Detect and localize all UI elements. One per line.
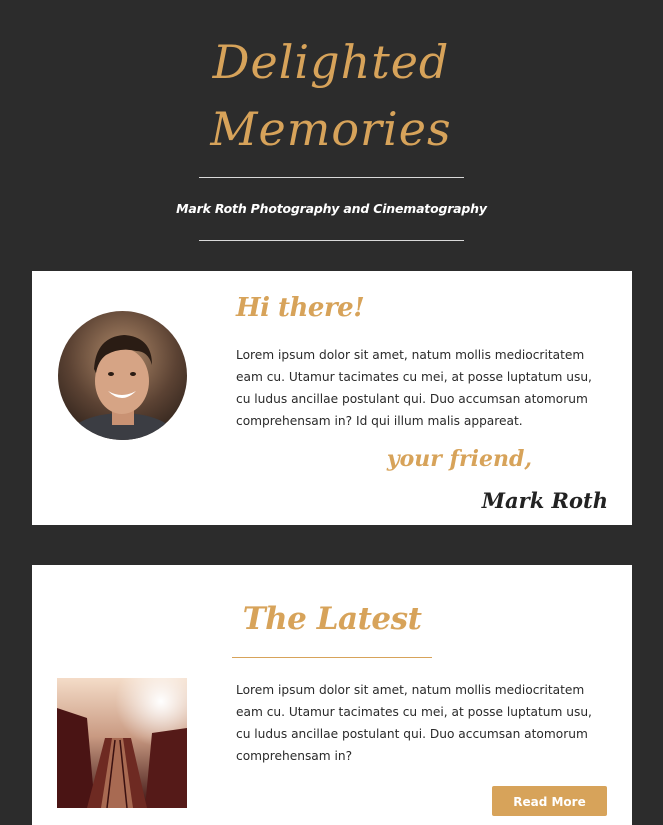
avatar <box>58 311 187 440</box>
intro-card: Hi there! Lorem ipsum dolor sit amet, na… <box>32 271 632 525</box>
header-rule-top <box>199 177 464 178</box>
header-rule-bottom <box>199 240 464 241</box>
tagline: Mark Roth Photography and Cinematography <box>176 201 487 216</box>
latest-rule <box>232 657 432 658</box>
logo: Delighted Memories <box>209 35 451 156</box>
read-more-button[interactable]: Read More <box>492 786 607 816</box>
latest-thumbnail[interactable] <box>57 678 187 808</box>
intro-heading: Hi there! <box>236 293 365 323</box>
intro-closing: your friend, <box>386 446 532 472</box>
signature: Mark Roth <box>481 488 608 513</box>
latest-heading: The Latest <box>242 601 422 637</box>
latest-card: The Latest Lorem ipsum dolor sit amet, n… <box>32 565 632 825</box>
header: Delighted Memories Mark Roth Photography… <box>0 0 663 260</box>
intro-body: Lorem ipsum dolor sit amet, natum mollis… <box>236 348 592 428</box>
logo-line-2: Memories <box>209 102 451 156</box>
latest-body: Lorem ipsum dolor sit amet, natum mollis… <box>236 683 592 763</box>
logo-line-1: Delighted <box>212 35 450 89</box>
